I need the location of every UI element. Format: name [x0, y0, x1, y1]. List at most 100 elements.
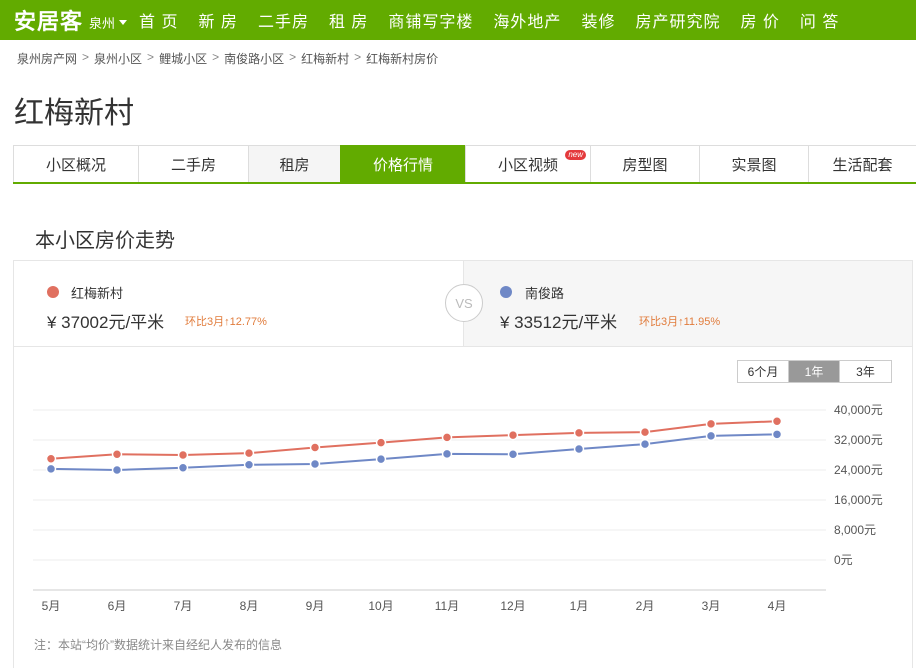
x-tick-label: 3月	[702, 599, 721, 613]
tab-label: 租房	[279, 156, 310, 174]
series-dot-right	[500, 286, 512, 298]
breadcrumb-separator: >	[354, 50, 362, 64]
breadcrumb-link-3[interactable]: 南俊路小区	[224, 50, 284, 67]
data-point	[771, 429, 783, 440]
city-selector[interactable]: 泉州	[89, 13, 128, 32]
nav-item-9[interactable]: 问 答	[800, 8, 839, 32]
series-dot-left	[47, 286, 59, 298]
tab-7[interactable]: 生活配套	[808, 145, 916, 182]
data-point	[111, 449, 123, 460]
y-tick-label: 24,000元	[834, 463, 883, 477]
data-point	[177, 449, 189, 461]
data-point	[705, 430, 717, 442]
tab-label: 实景图	[731, 156, 777, 174]
x-tick-label: 1月	[570, 599, 589, 613]
x-tick-label: 5月	[42, 599, 61, 613]
breadcrumb-link-5[interactable]: 红梅新村房价	[366, 50, 438, 67]
compare-right: 南俊路 ¥ 33512元/平米 环比3月↑11.95%	[463, 261, 912, 346]
breadcrumb-link-1[interactable]: 泉州小区	[94, 50, 142, 67]
x-tick-label: 6月	[108, 599, 127, 613]
compare-left-trend: 环比3月↑12.77%	[185, 316, 267, 328]
main-nav: 首 页新 房二手房租 房商铺写字楼 海外地产 装修 房产研究院房 价问 答	[139, 8, 859, 32]
data-point	[177, 462, 189, 473]
community-tabs: 小区概况 二手房 租房 价格行情 小区视频 new 房型图 实景图 生活配套	[13, 145, 916, 184]
time-range-selector: 6个月 1年 3年	[737, 360, 892, 383]
tab-6[interactable]: 实景图	[699, 145, 808, 182]
nav-item-8[interactable]: 房 价	[740, 8, 779, 32]
range-option-1[interactable]: 1年	[789, 361, 840, 382]
data-point	[309, 442, 321, 453]
nav-item-4[interactable]: 商铺写字楼	[388, 8, 473, 32]
tab-0[interactable]: 小区概况	[13, 145, 138, 182]
data-point	[705, 418, 717, 430]
price-trend-chart: 40,000元 32,000元 24,000元 16,000元 8,000元 0元 5月 6月…	[33, 403, 883, 613]
nav-item-1[interactable]: 新 房	[198, 8, 237, 32]
tab-label: 小区视频	[497, 156, 558, 174]
data-point	[573, 427, 585, 439]
nav-item-3[interactable]: 租 房	[329, 8, 368, 32]
tab-5[interactable]: 房型图	[590, 145, 699, 182]
tab-2[interactable]: 租房	[248, 145, 340, 182]
nav-item-6[interactable]: 装修	[581, 8, 615, 32]
data-point	[639, 426, 651, 438]
tab-label: 房型图	[622, 156, 668, 174]
compare-left-name: 红梅新村	[71, 286, 124, 301]
nav-item-7[interactable]: 房产研究院	[635, 8, 720, 32]
y-tick-label: 16,000元	[834, 493, 883, 507]
chevron-down-icon	[119, 19, 128, 25]
x-tick-label: 11月	[435, 599, 459, 613]
data-point	[243, 459, 255, 470]
range-option-0[interactable]: 6个月	[738, 361, 789, 382]
range-option-2[interactable]: 3年	[840, 361, 891, 382]
breadcrumb-separator: >	[147, 50, 155, 64]
nav-item-5[interactable]: 海外地产	[493, 8, 561, 32]
x-tick-label: 4月	[768, 599, 787, 613]
breadcrumb-link-2[interactable]: 鲤城小区	[159, 50, 207, 67]
tab-4[interactable]: 小区视频 new	[465, 145, 590, 182]
x-tick-label: 8月	[240, 599, 259, 613]
breadcrumb-link-4[interactable]: 红梅新村	[301, 50, 349, 67]
data-point	[111, 464, 123, 476]
compare-left: 红梅新村 ¥ 37002元/平米 环比3月↑12.77%	[14, 261, 463, 346]
data-point	[507, 449, 519, 460]
data-point	[375, 453, 387, 465]
x-tick-label: 2月	[636, 599, 655, 613]
vs-badge: VS	[445, 284, 483, 322]
site-logo[interactable]: 安居客	[14, 4, 83, 36]
tab-label: 生活配套	[832, 156, 893, 174]
x-tick-label: 12月	[500, 599, 525, 613]
breadcrumb-separator: >	[289, 50, 297, 64]
price-compare-panel: 红梅新村 ¥ 37002元/平米 环比3月↑12.77% VS 南俊路 ¥ 33…	[13, 260, 913, 347]
data-point	[771, 415, 783, 427]
page-title: 红梅新村	[14, 97, 134, 130]
y-tick-label: 8,000元	[834, 523, 876, 537]
tab-label: 二手房	[170, 156, 216, 174]
data-point	[243, 447, 255, 459]
compare-right-name: 南俊路	[525, 286, 565, 301]
tab-1[interactable]: 二手房	[138, 145, 248, 182]
x-tick-label: 10月	[368, 599, 393, 613]
data-point	[639, 438, 651, 450]
x-tick-label: 9月	[306, 599, 325, 613]
y-tick-label: 40,000元	[834, 403, 883, 417]
footnote: 注：本站“均价”数据统计来自经纪人发布的信息	[34, 638, 282, 652]
data-point	[441, 448, 453, 460]
y-tick-label: 32,000元	[834, 433, 883, 447]
data-point	[309, 458, 321, 470]
breadcrumb-link-0[interactable]: 泉州房产网	[17, 50, 77, 67]
breadcrumb: 泉州房产网 > 泉州小区 > 鲤城小区 > 南俊路小区 > 红梅新村 > 红梅新村房价	[17, 50, 438, 67]
compare-right-price: ¥ 33512元/平米	[500, 313, 618, 332]
city-label: 泉州	[89, 15, 116, 31]
breadcrumb-separator: >	[212, 50, 220, 64]
y-tick-label: 0元	[834, 553, 853, 567]
tab-3[interactable]: 价格行情	[340, 145, 465, 182]
data-point	[45, 453, 57, 464]
data-point	[441, 432, 453, 443]
nav-item-0[interactable]: 首 页	[139, 8, 178, 32]
new-badge: new	[565, 150, 586, 160]
data-point	[375, 437, 387, 448]
top-nav-bar: 安居客 泉州 首 页新 房二手房租 房商铺写字楼 海外地产 装修 房产研究院房 价问 …	[0, 0, 916, 40]
data-point	[45, 463, 57, 475]
section-title: 本小区房价走势	[35, 230, 175, 252]
nav-item-2[interactable]: 二手房	[258, 8, 309, 32]
